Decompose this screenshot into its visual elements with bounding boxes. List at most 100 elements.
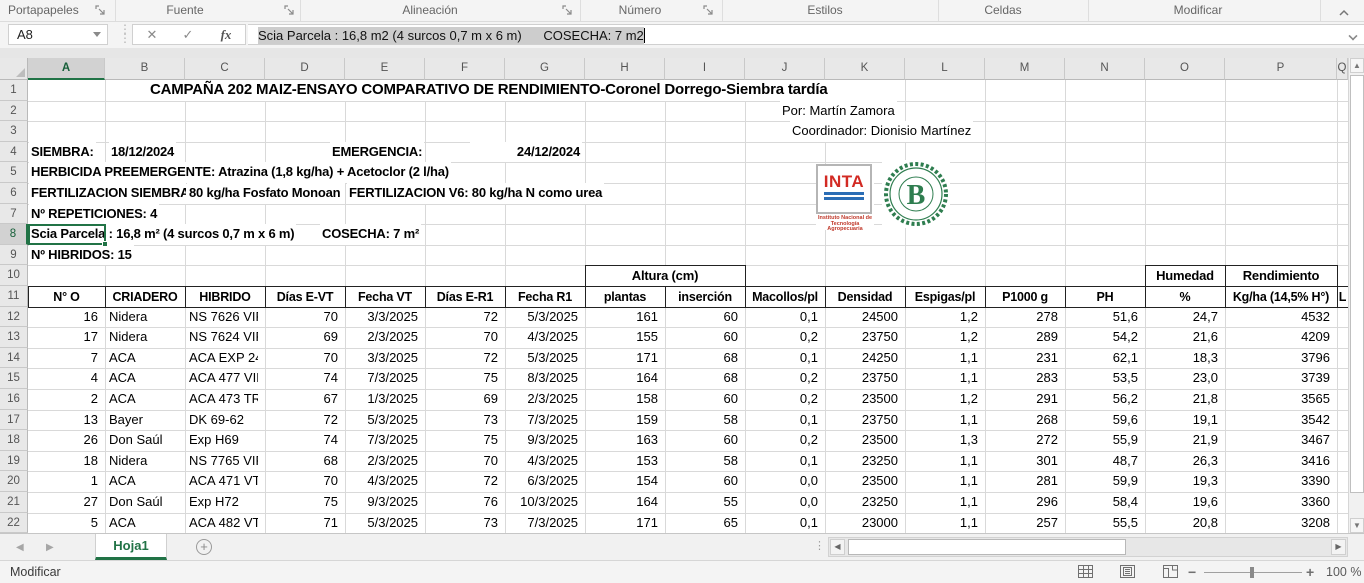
cell-emergencia-label[interactable]: EMERGENCIA:	[330, 142, 424, 163]
row-header-14[interactable]: 14	[0, 348, 28, 369]
table-header-M[interactable]: P1000 g	[985, 286, 1066, 308]
cell-r15-C[interactable]: ACA 477 VIP	[187, 368, 258, 389]
cell-r15-J[interactable]: 0,2	[747, 368, 818, 389]
cell-r16-P[interactable]: 3565	[1227, 389, 1330, 410]
column-header-B[interactable]: B	[105, 58, 185, 80]
cell-r14-I[interactable]: 68	[667, 348, 738, 369]
cell-r19-J[interactable]: 0,1	[747, 451, 818, 472]
table-header-J[interactable]: Macollos/pl	[745, 286, 826, 308]
cell-r20-G[interactable]: 6/3/2025	[507, 471, 578, 492]
cell-r14-O[interactable]: 18,3	[1147, 348, 1218, 369]
cell-r21-P[interactable]: 3360	[1227, 492, 1330, 513]
cell-r21-F[interactable]: 76	[427, 492, 498, 513]
cell-r18-G[interactable]: 9/3/2025	[507, 430, 578, 451]
cell-r19-I[interactable]: 58	[667, 451, 738, 472]
cell-r22-D[interactable]: 71	[267, 513, 338, 533]
cell-title[interactable]: CAMPAÑA 202 MAIZ-ENSAYO COMPARATIVO DE R…	[148, 80, 830, 101]
zoom-slider-handle[interactable]	[1250, 567, 1254, 578]
cell-r15-P[interactable]: 3739	[1227, 368, 1330, 389]
cell-r13-I[interactable]: 60	[667, 327, 738, 348]
cell-fertilizacion-siembra-label[interactable]: FERTILIZACION SIEMBRA	[29, 183, 186, 204]
cell-r16-H[interactable]: 158	[587, 389, 658, 410]
cell-r21-M[interactable]: 296	[987, 492, 1058, 513]
cell-r19-P[interactable]: 3416	[1227, 451, 1330, 472]
cell-r20-F[interactable]: 72	[427, 471, 498, 492]
cell-r19-C[interactable]: NS 7765 VIP 3	[187, 451, 258, 472]
row-header-5[interactable]: 5	[0, 162, 28, 183]
cell-r15-L[interactable]: 1,1	[907, 368, 978, 389]
cell-r12-D[interactable]: 70	[267, 307, 338, 328]
cell-r21-C[interactable]: Exp H72	[187, 492, 258, 513]
cell-r18-M[interactable]: 272	[987, 430, 1058, 451]
table-header-G[interactable]: Fecha R1	[505, 286, 586, 308]
collapse-ribbon-icon[interactable]	[1338, 5, 1352, 17]
scroll-left-icon[interactable]: ◀	[830, 539, 845, 555]
cell-r18-N[interactable]: 55,9	[1067, 430, 1138, 451]
cell-r19-N[interactable]: 48,7	[1067, 451, 1138, 472]
cell-r16-K[interactable]: 23500	[827, 389, 898, 410]
cell-r21-L[interactable]: 1,1	[907, 492, 978, 513]
cell-r15-B[interactable]: ACA	[107, 368, 178, 389]
cell-r12-O[interactable]: 24,7	[1147, 307, 1218, 328]
cell-emergencia-fecha[interactable]: 24/12/2024	[470, 142, 582, 163]
cell-r12-C[interactable]: NS 7626 VIP 3	[187, 307, 258, 328]
column-header-A[interactable]: A	[28, 58, 105, 80]
cell-r20-H[interactable]: 154	[587, 471, 658, 492]
cell-r21-E[interactable]: 9/3/2025	[347, 492, 418, 513]
scroll-right-icon[interactable]: ▶	[1331, 539, 1346, 555]
sheet-tab-hoja1[interactable]: Hoja1	[95, 534, 167, 560]
cell-r20-O[interactable]: 19,3	[1147, 471, 1218, 492]
cell-r19-H[interactable]: 153	[587, 451, 658, 472]
cell-r13-H[interactable]: 155	[587, 327, 658, 348]
cell-r17-G[interactable]: 7/3/2025	[507, 410, 578, 431]
column-header-G[interactable]: G	[505, 58, 585, 80]
cell-r13-F[interactable]: 70	[427, 327, 498, 348]
cell-r20-C[interactable]: ACA 471 VT3	[187, 471, 258, 492]
cell-r14-D[interactable]: 70	[267, 348, 338, 369]
cell-r18-O[interactable]: 21,9	[1147, 430, 1218, 451]
row-header-4[interactable]: 4	[0, 142, 28, 163]
cell-r22-N[interactable]: 55,5	[1067, 513, 1138, 533]
cell-r21-O[interactable]: 19,6	[1147, 492, 1218, 513]
cell-r12-M[interactable]: 278	[987, 307, 1058, 328]
cell-r16-N[interactable]: 56,2	[1067, 389, 1138, 410]
cell-r22-G[interactable]: 7/3/2025	[507, 513, 578, 533]
cell-r20-D[interactable]: 70	[267, 471, 338, 492]
cell-herbicida[interactable]: HERBICIDA PREEMERGENTE: Atrazina (1,8 kg…	[29, 162, 451, 183]
cell-r12-K[interactable]: 24500	[827, 307, 898, 328]
cell-r12-L[interactable]: 1,2	[907, 307, 978, 328]
table-header-P[interactable]: Kg/ha (14,5% H°)	[1225, 286, 1338, 308]
cell-r17-D[interactable]: 72	[267, 410, 338, 431]
table-group-header[interactable]: Humedad	[1145, 265, 1226, 287]
cell-r19-G[interactable]: 4/3/2025	[507, 451, 578, 472]
cell-r22-K[interactable]: 23000	[827, 513, 898, 533]
column-header-E[interactable]: E	[345, 58, 425, 80]
cell-siembra-label[interactable]: SIEMBRA:	[29, 142, 96, 163]
cell-r14-P[interactable]: 3796	[1227, 348, 1330, 369]
page-break-view-icon[interactable]	[1163, 565, 1178, 581]
cell-r19-O[interactable]: 26,3	[1147, 451, 1218, 472]
cell-r17-E[interactable]: 5/3/2025	[347, 410, 418, 431]
column-header-O[interactable]: O	[1145, 58, 1225, 80]
cell-r20-J[interactable]: 0,0	[747, 471, 818, 492]
cell-r14-B[interactable]: ACA	[107, 348, 178, 369]
cell-r13-G[interactable]: 4/3/2025	[507, 327, 578, 348]
cell-r15-M[interactable]: 283	[987, 368, 1058, 389]
table-header-E[interactable]: Fecha VT	[345, 286, 426, 308]
cell-r17-K[interactable]: 23750	[827, 410, 898, 431]
cell-r12-J[interactable]: 0,1	[747, 307, 818, 328]
cell-r13-P[interactable]: 4209	[1227, 327, 1330, 348]
row-header-8[interactable]: 8	[0, 224, 28, 245]
cell-r16-L[interactable]: 1,2	[907, 389, 978, 410]
cell-r19-D[interactable]: 68	[267, 451, 338, 472]
cell-r20-K[interactable]: 23500	[827, 471, 898, 492]
cell-r12-N[interactable]: 51,6	[1067, 307, 1138, 328]
cell-r13-D[interactable]: 69	[267, 327, 338, 348]
cell-r18-F[interactable]: 75	[427, 430, 498, 451]
cell-hibridos[interactable]: Nº HIBRIDOS: 15	[29, 245, 134, 266]
row-header-16[interactable]: 16	[0, 389, 28, 410]
row-header-11[interactable]: 11	[0, 286, 28, 307]
cell-r22-E[interactable]: 5/3/2025	[347, 513, 418, 533]
cell-r17-O[interactable]: 19,1	[1147, 410, 1218, 431]
column-header-I[interactable]: I	[665, 58, 745, 80]
